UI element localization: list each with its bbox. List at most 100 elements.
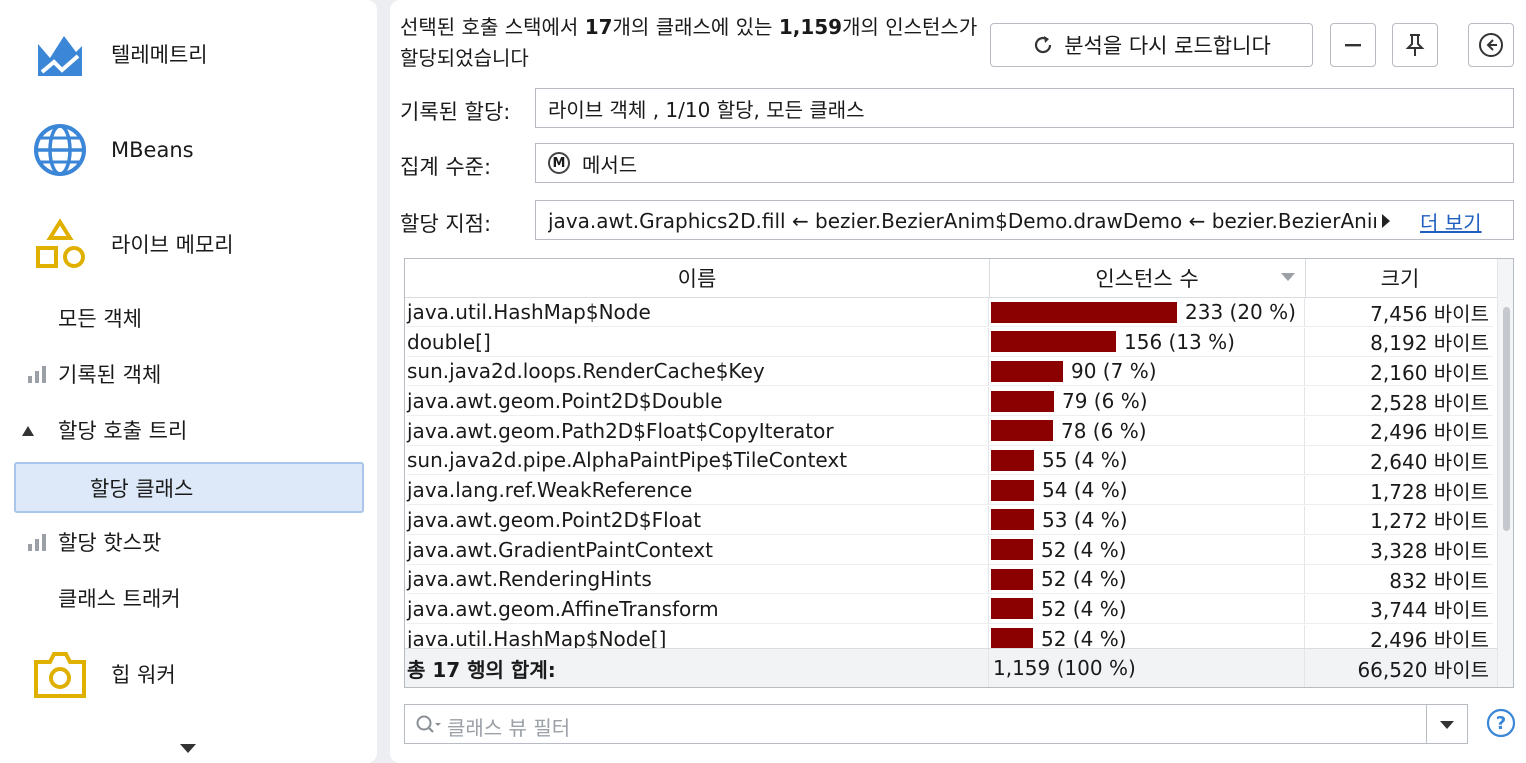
sidebar-item-label: 힙 워커: [111, 663, 176, 687]
size-cell: 2,496 바이트: [1305, 417, 1493, 446]
instance-count-text: 54 (4 %): [1042, 478, 1128, 503]
instance-count-bar: [991, 449, 1034, 471]
total-label: 총 17 행의 합계:: [407, 649, 989, 687]
instance-count-text: 52 (4 %): [1041, 626, 1127, 648]
sidebar-item-telemetry[interactable]: 텔레메트리: [0, 24, 377, 84]
table-row[interactable]: java.awt.geom.AffineTransform 52 (4 %) 3,7…: [405, 594, 1497, 625]
class-name-cell: java.awt.geom.Point2D$Float: [407, 505, 989, 535]
sidebar-item-label: 할당 클래스: [90, 476, 194, 501]
instance-count: 1,159: [778, 15, 843, 39]
instance-count-text: 90 (7 %): [1071, 359, 1157, 384]
instance-count-cell: 52 (4 %): [989, 565, 1305, 595]
sidebar-item-label: 모든 객체: [58, 307, 142, 331]
allocation-site-value: java.awt.Graphics2D.fill ← bezier.Bezier…: [548, 209, 1376, 233]
scroll-down-arrow-icon[interactable]: [180, 744, 196, 753]
size-cell: 832 바이트: [1305, 565, 1493, 595]
instance-count-cell: 52 (4 %): [989, 594, 1305, 624]
collapse-button[interactable]: [1330, 23, 1376, 67]
show-more-link[interactable]: 더 보기: [1420, 207, 1482, 236]
recorded-allocations-field[interactable]: 라이브 객체 , 1/10 할당, 모든 클래스: [535, 88, 1514, 128]
expand-arrow-icon[interactable]: [1382, 214, 1390, 228]
table-row[interactable]: java.util.HashMap$Node 233 (20 %) 7,456 바이…: [405, 298, 1497, 328]
instance-count-bar: [991, 568, 1033, 590]
size-cell: 2,496 바이트: [1305, 625, 1493, 648]
sidebar-item-alloc-hotspots[interactable]: 할당 핫스팟: [0, 522, 377, 562]
table-row[interactable]: java.awt.geom.Point2D$Double 79 (6 %) 2,52…: [405, 387, 1497, 417]
instance-count-text: 156 (13 %): [1124, 329, 1235, 354]
instance-count-cell: 79 (6 %): [989, 387, 1305, 417]
instance-count-bar: [991, 360, 1063, 382]
table-row[interactable]: java.util.HashMap$Node[] 52 (4 %) 2,496 바이…: [405, 624, 1497, 648]
size-cell: 2,640 바이트: [1305, 446, 1493, 476]
allocation-site-field[interactable]: java.awt.Graphics2D.fill ← bezier.Bezier…: [535, 200, 1514, 240]
sidebar-item-alloc-call-tree[interactable]: 할당 호출 트리: [0, 410, 377, 450]
sidebar-item-class-tracker[interactable]: 클래스 트래커: [58, 578, 181, 618]
recorded-allocations-value: 라이브 객체 , 1/10 할당, 모든 클래스: [548, 97, 865, 122]
table-row[interactable]: java.lang.ref.WeakReference 54 (4 %) 1,728…: [405, 476, 1497, 506]
instance-count-text: 52 (4 %): [1041, 537, 1127, 562]
class-view-filter[interactable]: 클래스 뷰 필터: [404, 704, 1468, 744]
sidebar-item-label: 할당 핫스팟: [58, 531, 162, 555]
table-body: java.util.HashMap$Node 233 (20 %) 7,456 바이…: [405, 298, 1497, 648]
camera-icon: [34, 652, 86, 698]
sidebar-item-live-memory[interactable]: 라이브 메모리: [0, 214, 377, 274]
pin-button[interactable]: [1392, 23, 1438, 67]
filter-dropdown-button[interactable]: [1426, 705, 1467, 743]
table-row[interactable]: java.awt.geom.Point2D$Float 53 (4 %) 1,272…: [405, 505, 1497, 536]
reload-analysis-button[interactable]: 분석을 다시 로드합니다: [990, 23, 1313, 67]
sidebar-item-label: 기록된 객체: [58, 363, 162, 387]
back-button[interactable]: [1468, 23, 1514, 67]
class-name-cell: java.awt.geom.Path2D$Float$CopyIterator: [407, 416, 989, 446]
sidebar-item-label: 할당 호출 트리: [58, 419, 188, 443]
total-count: 1,159 (100 %): [989, 649, 1305, 687]
vertical-scrollbar[interactable]: [1497, 259, 1513, 687]
table-row[interactable]: sun.java2d.pipe.AlphaPaintPipe$TileConte…: [405, 446, 1497, 476]
instance-count-bar: [991, 539, 1033, 560]
table-row[interactable]: java.awt.geom.Path2D$Float$CopyIterator 7…: [405, 416, 1497, 447]
telemetry-icon: [38, 36, 82, 76]
instance-count-text: 55 (4 %): [1042, 448, 1128, 473]
search-icon: [416, 715, 441, 733]
size-cell: 3,328 바이트: [1305, 536, 1493, 565]
table-row[interactable]: double[] 156 (13 %) 8,192 바이트: [405, 327, 1497, 358]
column-header-label: 인스턴스 수: [1095, 267, 1199, 291]
size-cell: 1,728 바이트: [1305, 476, 1493, 506]
sidebar-item-recorded-objects[interactable]: 기록된 객체: [0, 354, 377, 394]
column-header-instance-count[interactable]: 인스턴스 수: [989, 259, 1306, 297]
total-size: 66,520 바이트: [1357, 657, 1489, 682]
table-row[interactable]: java.awt.RenderingHints 52 (4 %) 832 바이트: [405, 565, 1497, 595]
instance-count-bar: [991, 479, 1034, 501]
class-count: 17: [584, 15, 613, 39]
pin-icon: [1405, 34, 1425, 56]
instance-count-text: 233 (20 %): [1185, 300, 1296, 324]
instance-count-bar: [991, 301, 1177, 323]
instance-count-text: 53 (4 %): [1042, 507, 1128, 532]
sidebar-item-alloc-classes[interactable]: 할당 클래스: [14, 462, 364, 513]
bar-chart-icon: [28, 534, 46, 551]
instance-count-cell: 52 (4 %): [989, 624, 1305, 648]
class-name-cell: java.util.HashMap$Node[]: [407, 624, 989, 648]
sidebar-item-all-objects[interactable]: 모든 객체: [58, 298, 142, 338]
table-row[interactable]: java.awt.GradientPaintContext 52 (4 %) 3,3…: [405, 535, 1497, 566]
instance-count-bar: [991, 509, 1034, 531]
main-panel: 선택된 호출 스택에서 17개의 클래스에 있는 1,159개의 인스턴스가 할…: [390, 0, 1526, 763]
scrollbar-thumb[interactable]: [1503, 307, 1510, 531]
aggregation-level-field[interactable]: M 메서드: [535, 143, 1514, 183]
recorded-allocations-label: 기록된 할당:: [400, 100, 511, 124]
table-row[interactable]: sun.java2d.loops.RenderCache$Key 90 (7 %)…: [405, 357, 1497, 387]
method-icon: M: [548, 152, 570, 174]
instance-count-bar: [991, 390, 1054, 412]
column-header-name[interactable]: 이름: [405, 259, 990, 297]
sidebar-item-mbeans[interactable]: MBeans: [0, 120, 377, 180]
column-header-size[interactable]: 크기: [1305, 259, 1495, 297]
help-icon[interactable]: ?: [1486, 708, 1516, 738]
sidebar-item-heap-walker[interactable]: 힙 워커: [0, 644, 377, 704]
expand-triangle-icon[interactable]: [22, 426, 34, 436]
instance-count-bar: [991, 331, 1116, 353]
instance-count-cell: 156 (13 %): [989, 327, 1305, 357]
size-cell: 2,528 바이트: [1305, 387, 1493, 417]
sidebar-item-label: 텔레메트리: [111, 43, 208, 67]
reload-label: 분석을 다시 로드합니다: [1064, 34, 1271, 58]
minus-icon: [1345, 44, 1361, 47]
sort-descending-icon: [1281, 273, 1295, 281]
